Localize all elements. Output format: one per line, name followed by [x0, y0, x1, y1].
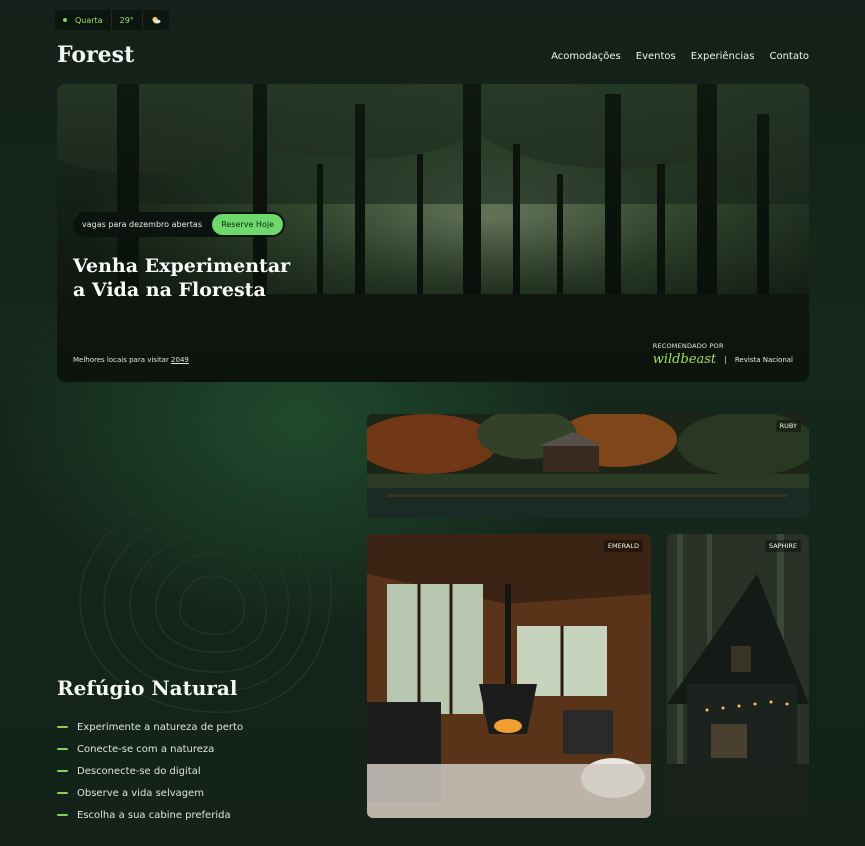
feature-label: Desconecte-se do digital [77, 765, 201, 777]
dash-icon [57, 792, 68, 794]
dash-icon [57, 748, 68, 750]
cabin-card-saphire[interactable]: SAPHIRE [667, 534, 809, 818]
reserve-button-label: Reserve Hoje [221, 220, 274, 229]
best-places-text: Melhores locais para visitar [73, 356, 169, 364]
nav-contato[interactable]: Contato [769, 51, 809, 62]
status-dot-icon [63, 18, 67, 22]
feature-label: Experimente a natureza de perto [77, 721, 244, 733]
nav-eventos[interactable]: Eventos [636, 51, 676, 62]
recommended-by: RECOMENDADO POR wildbeast | Revista Naci… [653, 342, 793, 367]
chevron-right-icon [73, 212, 79, 219]
hero-title-line1: Venha Experimentar [73, 255, 291, 277]
weather-temp: 29° [119, 15, 134, 25]
emerald-cabin-image [367, 534, 651, 818]
nav-experiencias[interactable]: Experiências [691, 51, 755, 62]
dash-icon [57, 814, 68, 816]
availability-pill: vagas para dezembro abertas Reserve Hoje [73, 212, 285, 237]
hero-title: Venha Experimentar a Vida na Floresta [73, 254, 313, 302]
cabin-tag-saphire: SAPHIRE [764, 540, 801, 552]
revista-nacional-label: Revista Nacional [734, 355, 793, 364]
list-item: Observe a vida selvagem [57, 782, 243, 804]
dash-icon [57, 770, 68, 772]
wildbeast-logo: wildbeast [652, 352, 717, 367]
ruby-cabin-image [367, 414, 809, 518]
main-nav: Acomodações Eventos Experiências Contato [551, 51, 809, 62]
best-places-year-link[interactable]: 2049 [171, 356, 189, 364]
section-title: Refúgio Natural [57, 676, 238, 700]
list-item: Experimente a natureza de perto [57, 716, 243, 738]
cabin-tag-ruby: RUBY [775, 420, 801, 432]
hero-title-line2: a Vida na Floresta [73, 279, 266, 301]
weather-day: Quarta [75, 15, 103, 25]
best-places-note: Melhores locais para visitar 2049 [73, 356, 189, 364]
reserve-button[interactable]: Reserve Hoje [73, 212, 283, 235]
dash-icon [57, 726, 68, 728]
list-item: Escolha a sua cabine preferida [57, 804, 243, 826]
feature-label: Escolha a sua cabine preferida [77, 809, 231, 821]
feature-label: Conecte-se com a natureza [77, 743, 215, 755]
divider: | [724, 355, 727, 364]
cabin-card-ruby[interactable]: RUBY [367, 414, 809, 518]
nav-acomodacoes[interactable]: Acomodações [551, 51, 621, 62]
cabin-card-emerald[interactable]: EMERALD [367, 534, 651, 818]
saphire-cabin-image [667, 534, 809, 818]
list-item: Desconecte-se do digital [57, 760, 243, 782]
partly-cloudy-icon [143, 10, 169, 30]
site-logo[interactable]: Forest [57, 42, 134, 68]
feature-label: Observe a vida selvagem [77, 787, 205, 799]
recommended-label: RECOMENDADO POR [652, 342, 724, 350]
feature-list: Experimente a natureza de perto Conecte-… [57, 716, 243, 826]
list-item: Conecte-se com a natureza [57, 738, 243, 760]
availability-text: vagas para dezembro abertas [82, 220, 202, 229]
weather-widget: Quarta 29° [55, 10, 169, 30]
cabin-tag-emerald: EMERALD [603, 540, 643, 552]
hero-banner: vagas para dezembro abertas Reserve Hoje… [57, 84, 809, 382]
